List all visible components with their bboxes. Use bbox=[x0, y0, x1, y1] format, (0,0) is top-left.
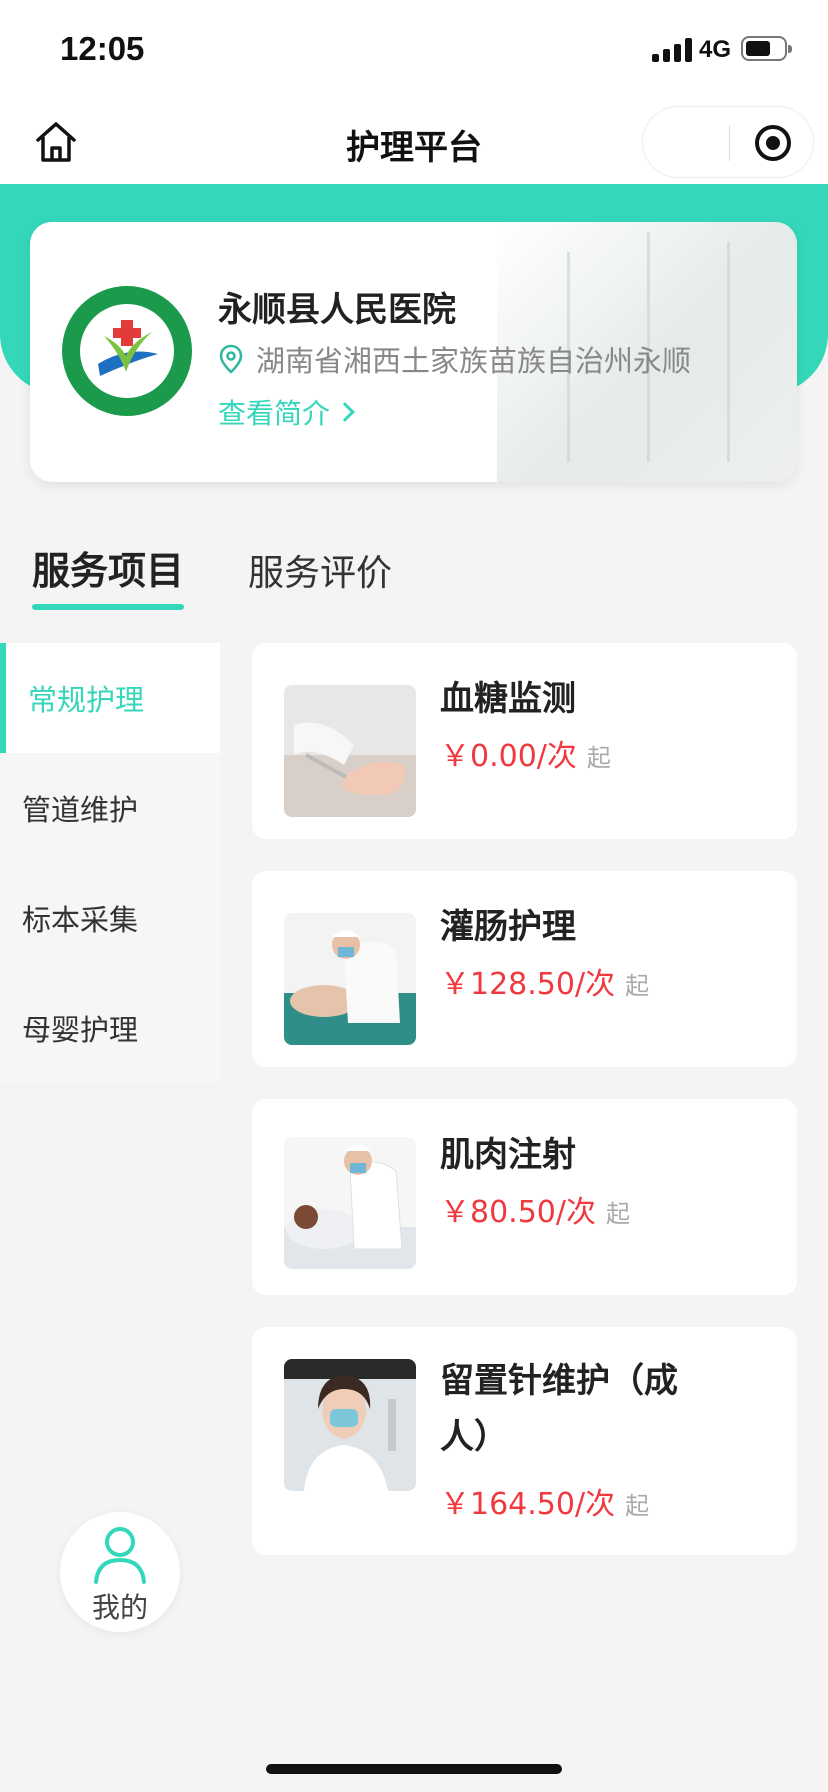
category-maternal-infant-care[interactable]: 母婴护理 bbox=[0, 973, 220, 1083]
location-pin-icon bbox=[219, 344, 243, 374]
service-name: 血糖监测 bbox=[440, 679, 576, 719]
service-card[interactable]: 留置针维护（成人） ￥164.50/次起 bbox=[252, 1327, 797, 1555]
service-name: 灌肠护理 bbox=[440, 907, 576, 947]
nav-bar: 护理平台 bbox=[0, 100, 828, 184]
tab-active-indicator bbox=[32, 604, 184, 610]
service-name: 留置针维护（成人） bbox=[440, 1361, 678, 1457]
status-bar: 12:05 4G bbox=[0, 0, 828, 100]
view-intro-label: 查看简介 bbox=[218, 397, 331, 430]
service-card[interactable]: 灌肠护理 ￥128.50/次起 bbox=[252, 871, 797, 1067]
user-icon bbox=[94, 1527, 146, 1584]
service-image bbox=[284, 1359, 416, 1491]
service-name: 肌肉注射 bbox=[440, 1135, 576, 1175]
hospital-address: 湖南省湘西土家族苗族自治州永顺 bbox=[256, 344, 692, 378]
signal-icon bbox=[652, 38, 696, 62]
service-card[interactable]: 血糖监测 ￥0.00/次起 bbox=[252, 643, 797, 839]
tab-service-items[interactable]: 服务项目 bbox=[32, 540, 184, 595]
close-target-icon[interactable] bbox=[755, 125, 791, 161]
hospital-logo bbox=[60, 284, 194, 418]
battery-icon bbox=[741, 36, 792, 61]
category-routine-care[interactable]: 常规护理 bbox=[0, 643, 220, 753]
hospital-name: 永顺县人民医院 bbox=[218, 290, 456, 330]
service-price: ￥128.50/次起 bbox=[440, 967, 650, 1002]
service-card[interactable]: 肌肉注射 ￥80.50/次起 bbox=[252, 1099, 797, 1295]
category-tube-maintenance[interactable]: 管道维护 bbox=[0, 753, 220, 863]
mini-program-capsule bbox=[642, 106, 814, 178]
service-image bbox=[284, 1137, 416, 1269]
service-image bbox=[284, 913, 416, 1045]
category-sidebar: 常规护理 管道维护 标本采集 母婴护理 bbox=[0, 643, 220, 1083]
status-time: 12:05 bbox=[60, 30, 145, 67]
service-price: ￥0.00/次起 bbox=[440, 739, 611, 774]
mine-button[interactable]: 我的 bbox=[60, 1512, 180, 1632]
hospital-address-row: 湖南省湘西土家族苗族自治州永顺 bbox=[218, 338, 738, 380]
mine-label: 我的 bbox=[91, 1591, 148, 1624]
network-type: 4G bbox=[699, 36, 732, 63]
service-image bbox=[284, 685, 416, 817]
service-price: ￥164.50/次起 bbox=[440, 1487, 650, 1522]
view-intro-link[interactable]: 查看简介 bbox=[218, 392, 355, 432]
hospital-card[interactable]: 永顺县人民医院 湖南省湘西土家族苗族自治州永顺 查看简介 bbox=[30, 222, 797, 482]
service-price: ￥80.50/次起 bbox=[440, 1195, 630, 1230]
chevron-right-icon bbox=[335, 402, 355, 422]
category-specimen-collection[interactable]: 标本采集 bbox=[0, 863, 220, 973]
home-indicator[interactable] bbox=[266, 1764, 562, 1774]
tab-service-reviews[interactable]: 服务评价 bbox=[248, 544, 392, 596]
